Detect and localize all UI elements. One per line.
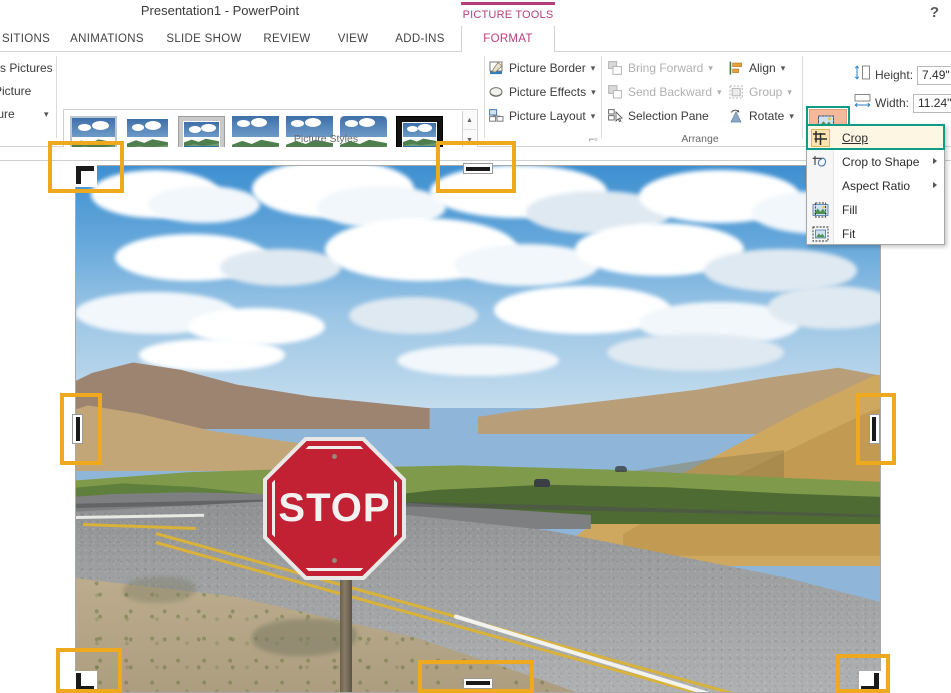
submenu-arrow-icon — [933, 158, 937, 164]
group-icon — [729, 85, 744, 100]
tab-transitions[interactable]: SITIONS — [0, 26, 58, 52]
annotation-box-bottom-right — [836, 654, 890, 693]
stop-sign: STOP — [263, 437, 406, 580]
picture-effects-button[interactable]: Picture Effects ▾ — [489, 82, 596, 102]
caret-down-icon[interactable]: ▾ — [591, 63, 596, 74]
caret-down-icon[interactable]: ▾ — [44, 109, 49, 120]
caret-down-icon[interactable]: ▾ — [781, 63, 786, 74]
picture-effects-label: Picture Effects — [509, 85, 587, 99]
menu-item-fill-label: Fill — [842, 203, 858, 217]
shape-width-icon — [854, 93, 871, 113]
caret-down-icon[interactable]: ▾ — [789, 111, 794, 122]
contextual-tab-group-label: PICTURE TOOLS — [461, 2, 555, 24]
group-label: Group — [749, 85, 783, 99]
rotate-button[interactable]: Rotate ▾ — [729, 106, 794, 126]
caret-down-icon[interactable]: ▾ — [591, 87, 596, 98]
distant-car-2 — [615, 465, 628, 472]
menu-item-crop-to-shape-label: Crop to Shape — [842, 155, 920, 169]
send-backward-label: Send Backward — [628, 85, 713, 99]
crop-to-shape-icon — [812, 154, 829, 170]
dialog-launcher-icon[interactable]: ⌐▫ — [589, 134, 597, 144]
bring-forward-button[interactable]: Bring Forward ▾ — [608, 58, 713, 78]
picture-layout-label: Picture Layout — [509, 109, 586, 123]
annotation-box-middle-left — [60, 393, 102, 465]
adjust-item-compress-pictures[interactable]: ss Pictures — [0, 61, 53, 75]
slide-picture[interactable]: STOP — [75, 165, 881, 693]
title-bar: Presentation1 - PowerPoint PICTURE TOOLS… — [0, 0, 951, 26]
annotation-box-bottom-left — [56, 648, 122, 693]
align-label: Align — [749, 61, 776, 75]
picture-layout-button[interactable]: Picture Layout ▾ — [489, 106, 595, 126]
width-input[interactable]: 11.24" — [913, 93, 951, 113]
adjust-item-change-picture[interactable]: Picture — [0, 84, 31, 98]
picture-border-icon — [489, 61, 504, 76]
selection-pane-button[interactable]: Selection Pane — [608, 106, 709, 126]
selection-pane-label: Selection Pane — [628, 109, 709, 123]
height-input[interactable]: 7.49" — [917, 65, 951, 85]
tab-review[interactable]: REVIEW — [256, 26, 318, 52]
ribbon-tab-strip: SITIONS ANIMATIONS SLIDE SHOW REVIEW VIE… — [0, 26, 951, 53]
bring-forward-icon — [608, 60, 623, 76]
bring-forward-label: Bring Forward — [628, 61, 704, 75]
sign-post — [340, 573, 352, 693]
width-field-row: Width: 11.24" — [854, 93, 951, 113]
align-button[interactable]: Align ▾ — [729, 58, 785, 78]
tab-view[interactable]: VIEW — [330, 26, 376, 52]
selection-pane-icon — [608, 108, 623, 124]
send-backward-button[interactable]: Send Backward ▾ — [608, 82, 722, 102]
caret-down-icon[interactable]: ▾ — [708, 63, 713, 74]
menu-item-aspect-ratio-label: Aspect Ratio — [842, 179, 911, 193]
rotate-label: Rotate — [749, 109, 785, 123]
menu-item-crop-to-shape[interactable]: Crop to Shape — [808, 150, 945, 174]
tab-slide-show[interactable]: SLIDE SHOW — [160, 26, 248, 52]
height-label: Height: — [875, 68, 914, 82]
send-backward-icon — [608, 84, 623, 100]
annotation-box-top-center — [436, 141, 516, 193]
menu-item-fit[interactable]: Fit — [808, 222, 945, 246]
powerpoint-window: Presentation1 - PowerPoint PICTURE TOOLS… — [0, 0, 951, 693]
fit-icon — [812, 226, 829, 242]
picture-border-button[interactable]: Picture Border ▾ — [489, 58, 595, 78]
width-label: Width: — [875, 96, 910, 110]
annotation-box-bottom-center — [418, 660, 534, 693]
height-field-row: Height: 7.49" — [854, 65, 951, 85]
chevron-up-icon[interactable]: ▲ — [463, 111, 476, 130]
distant-car — [534, 479, 551, 488]
arrange-group-label: Arrange — [681, 133, 719, 145]
tab-add-ins[interactable]: ADD-INS — [388, 26, 452, 52]
annotation-box-top-left — [48, 141, 124, 193]
rotate-icon — [729, 109, 744, 124]
align-icon — [729, 61, 744, 76]
group-button[interactable]: Group ▾ — [729, 82, 792, 102]
crop-menu-item-highlight — [806, 124, 945, 150]
caret-down-icon[interactable]: ▾ — [717, 87, 722, 98]
fill-icon — [812, 202, 829, 218]
menu-item-aspect-ratio[interactable]: Aspect Ratio — [808, 174, 945, 198]
tab-format[interactable]: FORMAT — [461, 26, 555, 53]
shape-height-icon — [854, 65, 871, 85]
submenu-arrow-icon — [933, 182, 937, 188]
adjust-item-reset-picture[interactable]: ture — [0, 107, 15, 121]
tab-animations[interactable]: ANIMATIONS — [62, 26, 152, 52]
picture-border-label: Picture Border — [509, 61, 586, 75]
stop-sign-text: STOP — [278, 486, 391, 530]
menu-item-fit-label: Fit — [842, 227, 856, 241]
menu-item-fill[interactable]: Fill — [808, 198, 945, 222]
help-question-icon[interactable]: ? — [930, 4, 939, 21]
annotation-box-middle-right — [856, 393, 896, 465]
picture-effects-icon — [489, 85, 504, 100]
picture-layout-icon — [489, 108, 504, 124]
caret-down-icon[interactable]: ▾ — [591, 111, 596, 122]
window-title: Presentation1 - PowerPoint — [140, 3, 300, 18]
caret-down-icon[interactable]: ▾ — [787, 87, 792, 98]
picture-styles-group-label: Picture Styles — [293, 133, 359, 145]
